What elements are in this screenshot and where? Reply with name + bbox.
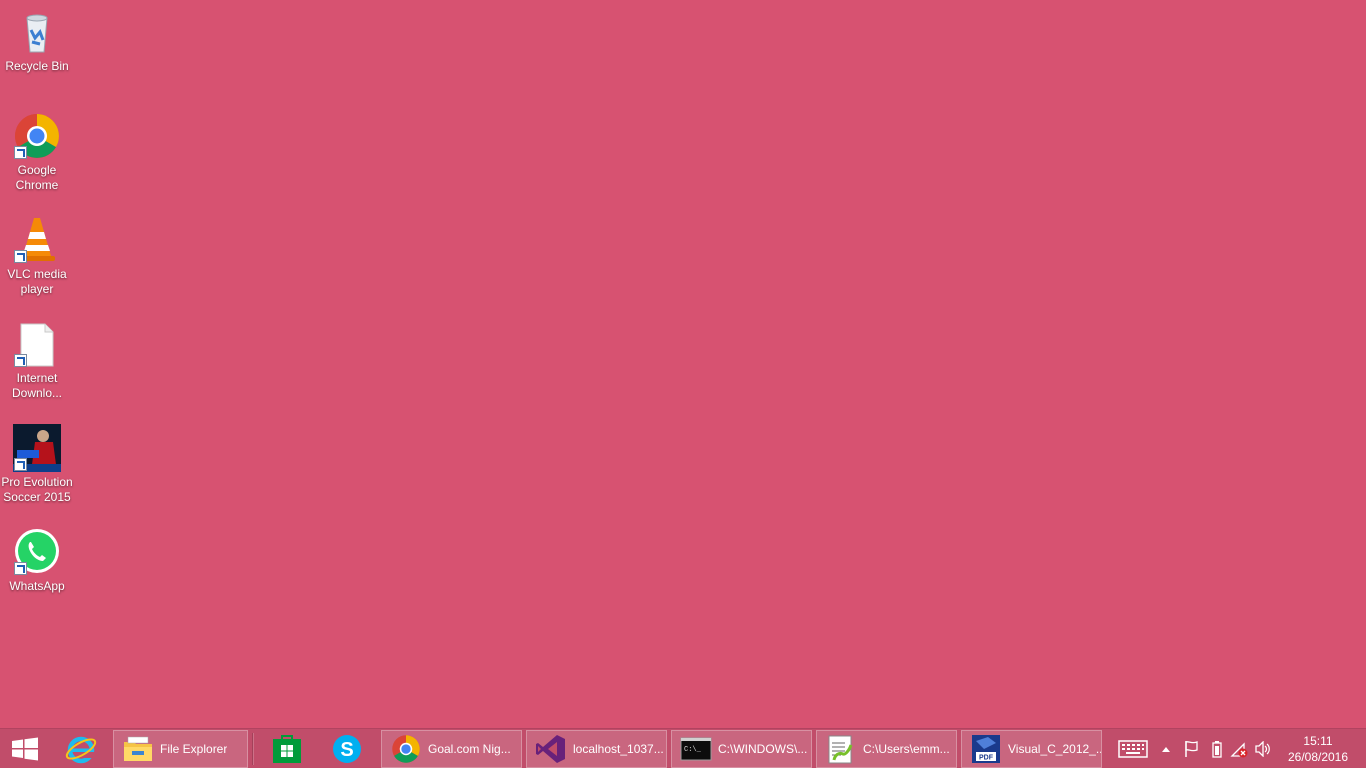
shortcut-arrow-icon (14, 458, 27, 471)
clock-date: 26/08/2016 (1287, 750, 1349, 764)
svg-text:PDF: PDF (979, 755, 994, 762)
desktop-icon-recycle-bin[interactable]: Recycle Bin (0, 8, 74, 74)
pdf-icon: PDF (970, 733, 1002, 765)
taskbar-button-chrome[interactable]: Goal.com Nig... (381, 730, 522, 768)
battery-icon (1212, 741, 1222, 758)
taskbar-button-label: Goal.com Nig... (428, 742, 511, 756)
store-icon (273, 735, 301, 763)
action-center-button[interactable] (1180, 729, 1202, 768)
taskbar-button-label: File Explorer (160, 742, 228, 756)
taskbar-button-label: C:\Users\emm... (863, 742, 950, 756)
taskbar-button-notepad-plus[interactable]: C:\Users\emm... (816, 730, 957, 768)
chrome-icon (390, 733, 422, 765)
taskbar-button-label: C:\WINDOWS\... (718, 742, 808, 756)
svg-text:S: S (340, 739, 353, 761)
desktop-icon-label: Google Chrome (15, 163, 59, 192)
keyboard-icon (1118, 740, 1148, 758)
chrome-icon (13, 112, 61, 160)
desktop-icon-label: Recycle Bin (5, 59, 69, 73)
network-icon (1230, 742, 1248, 758)
clock[interactable]: 15:11 26/08/2016 (1282, 733, 1354, 765)
taskbar-button-pdf[interactable]: PDF Visual_C_2012_... (961, 730, 1102, 768)
shortcut-arrow-icon (14, 250, 27, 263)
volume-button[interactable] (1252, 729, 1274, 768)
desktop-icon-whatsapp[interactable]: WhatsApp (0, 528, 74, 594)
battery-button[interactable] (1208, 729, 1226, 768)
taskbar-button-file-explorer[interactable]: File Explorer (113, 730, 248, 768)
taskbar-button-label: Visual_C_2012_... (1008, 742, 1101, 756)
notepad-plus-icon (825, 733, 857, 765)
document-icon (13, 320, 61, 368)
chevron-up-icon (1162, 747, 1170, 752)
start-icon (12, 737, 38, 761)
desktop-icon-label: WhatsApp (9, 579, 65, 593)
show-hidden-icons-button[interactable] (1158, 729, 1174, 768)
taskbar: File Explorer S Goal.com Nig... localhos… (0, 728, 1366, 768)
svg-text:C:\_: C:\_ (684, 746, 702, 754)
taskbar-pin-store[interactable] (262, 729, 312, 768)
start-button[interactable] (0, 729, 50, 768)
desktop-icon-label: VLC media player (7, 267, 67, 296)
taskbar-divider (252, 733, 254, 765)
desktop-icon-internet-download-manager[interactable]: Internet Downlo... (0, 320, 74, 401)
file-explorer-icon (122, 733, 154, 765)
taskbar-pin-internet-explorer[interactable] (56, 729, 106, 768)
flag-icon (1185, 741, 1198, 757)
desktop-icon-label: Internet Downlo... (11, 371, 63, 400)
whatsapp-icon (13, 528, 61, 576)
taskbar-button-visual-studio[interactable]: localhost_1037... (526, 730, 667, 768)
taskbar-button-label: localhost_1037... (573, 742, 664, 756)
desktop-icon-google-chrome[interactable]: Google Chrome (0, 112, 74, 193)
skype-icon: S (333, 735, 361, 763)
desktop-icon-vlc[interactable]: VLC media player (0, 216, 74, 297)
pes-icon (13, 424, 61, 472)
network-button[interactable] (1228, 729, 1250, 768)
shortcut-arrow-icon (14, 562, 27, 575)
command-prompt-icon: C:\_ (680, 733, 712, 765)
desktop-icon-label: Pro Evolution Soccer 2015 (1, 475, 73, 504)
recycle-bin-icon (13, 8, 61, 56)
desktop-icon-pro-evolution-soccer[interactable]: Pro Evolution Soccer 2015 (0, 424, 74, 505)
taskbar-pin-skype[interactable]: S (322, 729, 372, 768)
shortcut-arrow-icon (14, 146, 27, 159)
taskbar-button-command-prompt[interactable]: C:\_ C:\WINDOWS\... (671, 730, 812, 768)
internet-explorer-icon (65, 736, 97, 764)
visual-studio-icon (535, 733, 567, 765)
vlc-icon (13, 216, 61, 264)
touch-keyboard-button[interactable] (1115, 729, 1151, 768)
shortcut-arrow-icon (14, 354, 27, 367)
clock-time: 15:11 (1303, 734, 1333, 748)
volume-icon (1255, 741, 1270, 757)
